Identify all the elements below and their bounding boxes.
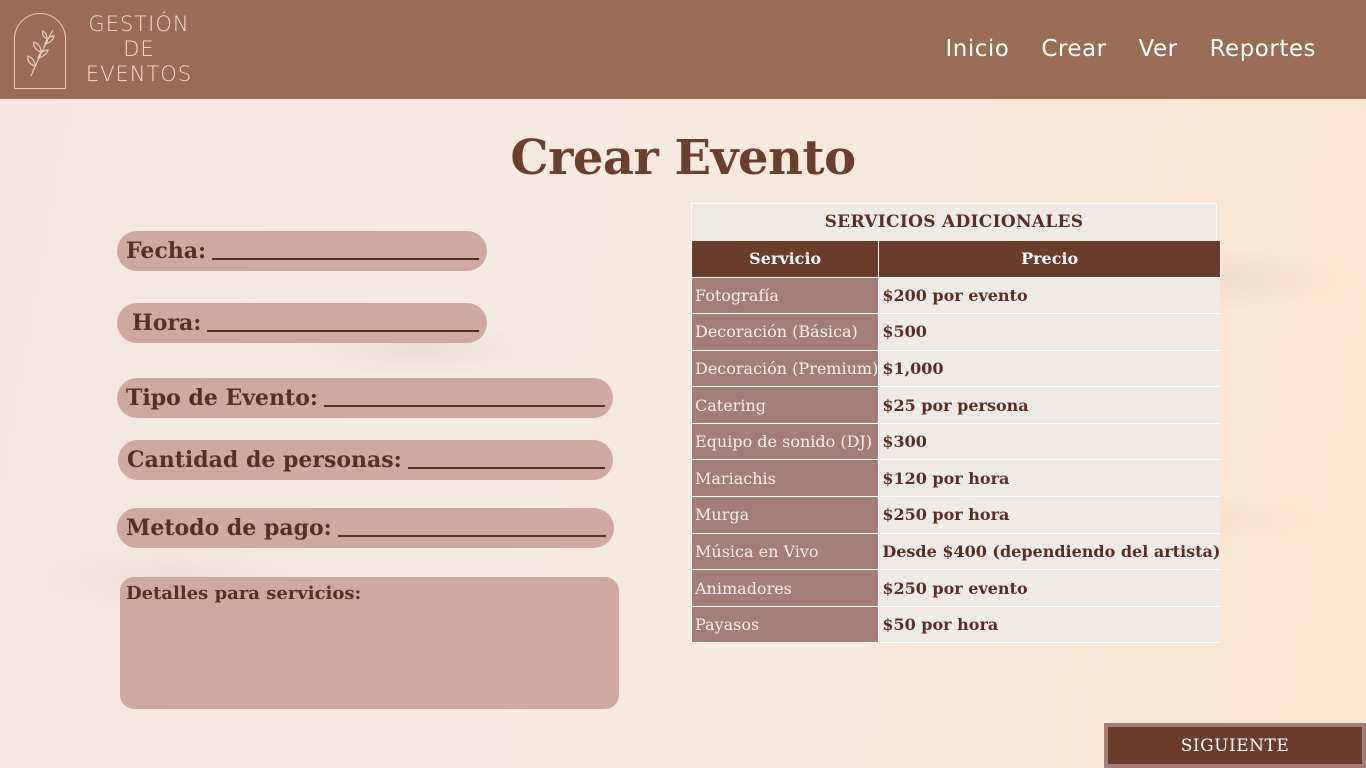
- tipo-evento-input-line[interactable]: [323, 405, 605, 407]
- service-name: Decoración (Básica): [692, 313, 880, 351]
- nav-inicio[interactable]: Inicio: [945, 36, 1009, 62]
- hora-label: Hora:: [132, 310, 202, 336]
- service-name: Mariachis: [692, 459, 880, 498]
- detalles-servicios-box[interactable]: Detalles para servicios:: [120, 577, 619, 709]
- metodo-pago-label: Metodo de pago:: [126, 515, 332, 541]
- nav-reportes[interactable]: Reportes: [1210, 36, 1316, 62]
- table-row: Catering $25 por persona: [692, 386, 1221, 424]
- service-price: $50 por hora: [878, 606, 1221, 644]
- leaf-branch-icon: [27, 29, 55, 77]
- service-name: Música en Vivo: [692, 533, 880, 571]
- cantidad-personas-input-line[interactable]: [407, 467, 605, 469]
- metodo-pago-field[interactable]: Metodo de pago:: [117, 508, 614, 548]
- hora-field[interactable]: Hora:: [117, 303, 487, 343]
- fecha-field[interactable]: Fecha:: [117, 231, 487, 271]
- fecha-label: Fecha:: [126, 238, 207, 264]
- tipo-evento-field[interactable]: Tipo de Evento:: [117, 378, 613, 418]
- service-price: $250 por hora: [878, 496, 1221, 534]
- logo-line-3: EVENTOS: [85, 62, 193, 86]
- nav-crear[interactable]: Crear: [1041, 36, 1106, 62]
- table-row: Mariachis $120 por hora: [692, 459, 1221, 498]
- logo[interactable]: [14, 13, 66, 89]
- services-header-row: Servicio Precio: [692, 241, 1221, 278]
- header-bar: GESTIÓN DE EVENTOS Inicio Crear Ver Repo…: [0, 0, 1366, 99]
- service-price: $120 por hora: [878, 459, 1221, 498]
- services-table: Servicio Precio Fotografía $200 por event…: [692, 241, 1221, 644]
- service-name: Murga: [692, 496, 880, 534]
- table-row: Música en Vivo Desde $400 (dependiendo de…: [692, 533, 1221, 571]
- service-name: Catering: [692, 386, 880, 424]
- next-button-frame: SIGUIENTE: [1104, 723, 1366, 768]
- detalles-servicios-textarea[interactable]: [126, 608, 613, 703]
- fecha-input-line[interactable]: [212, 258, 479, 260]
- nav-ver[interactable]: Ver: [1139, 36, 1178, 62]
- page-title: Crear Evento: [510, 130, 856, 186]
- hora-input-line[interactable]: [207, 330, 479, 332]
- main-nav: Inicio Crear Ver Reportes: [945, 36, 1316, 62]
- service-name: Decoración (Premium): [692, 350, 880, 388]
- cantidad-personas-field[interactable]: Cantidad de personas:: [118, 440, 613, 480]
- service-price: Desde $400 (dependiendo del artista): [878, 533, 1221, 571]
- header-servicio: Servicio: [692, 241, 880, 278]
- table-row: Animadores $250 por evento: [692, 569, 1221, 607]
- table-row: Murga $250 por hora: [692, 496, 1221, 534]
- service-name: Animadores: [692, 569, 880, 607]
- logo-line-1: GESTIÓN: [88, 12, 190, 36]
- services-title: SERVICIOS ADICIONALES: [824, 212, 1084, 232]
- table-row: Fotografía $200 por evento: [692, 277, 1221, 315]
- metodo-pago-input-line[interactable]: [337, 535, 606, 537]
- service-price: $500: [878, 313, 1221, 351]
- service-price: $25 por persona: [878, 386, 1221, 424]
- next-button[interactable]: SIGUIENTE: [1108, 727, 1362, 764]
- table-row: Decoración (Básica) $500: [692, 313, 1221, 351]
- logo-text: GESTIÓN DE EVENTOS: [78, 12, 200, 87]
- logo-line-2: DE: [123, 37, 155, 61]
- service-name: Payasos: [692, 606, 880, 644]
- detalles-servicios-label: Detalles para servicios:: [126, 583, 362, 604]
- service-price: $200 por evento: [878, 277, 1221, 315]
- service-price: $1,000: [878, 350, 1221, 388]
- table-row: Equipo de sonido (DJ) $300: [692, 423, 1221, 461]
- service-name: Fotografía: [692, 277, 880, 315]
- table-row: Decoración (Premium) $1,000: [692, 350, 1221, 388]
- cantidad-personas-label: Cantidad de personas:: [127, 447, 402, 473]
- services-panel: SERVICIOS ADICIONALES Servicio Precio Fo…: [691, 203, 1221, 644]
- tipo-evento-label: Tipo de Evento:: [126, 385, 318, 411]
- table-row: Payasos $50 por hora: [692, 606, 1221, 644]
- service-price: $300: [878, 423, 1221, 461]
- header-precio: Precio: [878, 241, 1221, 278]
- service-price: $250 por evento: [878, 569, 1221, 607]
- service-name: Equipo de sonido (DJ): [692, 423, 880, 461]
